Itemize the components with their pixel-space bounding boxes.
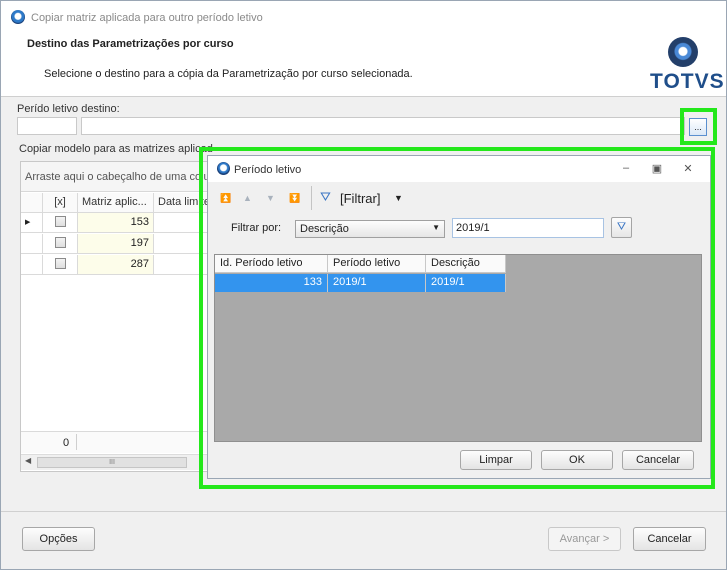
last-record-icon[interactable]: ⏬	[289, 193, 300, 204]
dialog-title-bar: Período letivo – ▣ ✕	[208, 156, 710, 182]
table-cell-matriz[interactable]: 287	[78, 255, 154, 275]
column-header-select[interactable]: [x]	[43, 193, 78, 213]
dialog-cancelar-button[interactable]: Cancelar	[622, 450, 694, 470]
table-cell-descricao[interactable]: 2019/1	[426, 274, 506, 292]
first-record-icon[interactable]: ⏫	[220, 193, 231, 204]
minimize-icon[interactable]: –	[619, 162, 633, 174]
close-icon[interactable]: ✕	[681, 162, 695, 175]
group-panel-hint[interactable]: Arraste aqui o cabeçalho de uma colu	[21, 162, 211, 192]
row-checkbox[interactable]	[43, 255, 78, 275]
apply-filter-icon[interactable]: ⛛	[611, 217, 632, 238]
table-cell-id[interactable]: 133	[215, 274, 328, 292]
row-indicator	[21, 255, 43, 275]
limpar-button[interactable]: Limpar	[460, 450, 532, 470]
table-cell-periodo[interactable]: 2019/1	[328, 274, 426, 292]
totvs-logo-icon	[668, 37, 698, 67]
cancelar-button[interactable]: Cancelar	[633, 527, 706, 551]
dialog-title: Período letivo	[234, 164, 302, 176]
current-row-indicator-icon: ▶	[21, 213, 43, 233]
filter-field-value: Descrição	[300, 223, 349, 235]
previous-record-icon[interactable]: ▲	[243, 193, 252, 203]
grid-summary-row: 0	[21, 431, 211, 453]
copiar-label: Copiar modelo para as matrizes aplicad	[19, 143, 213, 155]
step-title: Destino das Parametrizações por curso	[27, 38, 234, 50]
title-bar: Copiar matriz aplicada para outro períod…	[1, 1, 726, 31]
filter-field-select[interactable]: Descrição ▼	[295, 220, 445, 238]
window-title: Copiar matriz aplicada para outro períod…	[31, 12, 263, 24]
row-checkbox[interactable]	[43, 213, 78, 233]
filter-value-input[interactable]: 2019/1	[452, 218, 604, 238]
periodo-letivo-dialog: Período letivo – ▣ ✕ ⏫ ▲ ▼ ⏬ ⛛ [Filtrar]…	[207, 155, 711, 479]
chevron-down-icon: ▼	[432, 223, 440, 232]
column-header-periodo[interactable]: Período letivo	[328, 255, 426, 273]
step-subtitle: Selecione o destino para a cópia da Para…	[44, 68, 413, 80]
scroll-left-icon[interactable]: ◀	[25, 456, 31, 465]
periodo-grid: Id. Período letivo Período letivo Descri…	[214, 254, 702, 442]
column-header-id[interactable]: Id. Período letivo	[215, 255, 328, 273]
lookup-button[interactable]: ...	[689, 118, 707, 136]
filter-funnel-icon[interactable]: ⛛	[320, 189, 331, 205]
periodo-desc-input[interactable]	[81, 117, 685, 135]
row-checkbox[interactable]	[43, 234, 78, 254]
totvs-logo-text: TOTVS	[650, 70, 725, 93]
wizard-header: Destino das Parametrizações por curso Se…	[1, 31, 726, 97]
filter-by-label: Filtrar por:	[231, 222, 282, 234]
summary-count: 0	[63, 437, 70, 449]
table-cell-matriz[interactable]: 197	[78, 234, 154, 254]
app-icon	[11, 10, 25, 24]
periodo-label: Perído letivo destino:	[17, 103, 120, 115]
dialog-app-icon	[217, 162, 230, 175]
horizontal-scrollbar[interactable]: ◀ III	[21, 454, 211, 470]
row-indicator-header	[21, 193, 43, 213]
column-header-matriz[interactable]: Matriz aplic...	[78, 193, 154, 213]
opcoes-button[interactable]: Opções	[22, 527, 95, 551]
periodo-code-input[interactable]	[17, 117, 77, 135]
scroll-thumb[interactable]: III	[37, 457, 187, 468]
ok-button[interactable]: OK	[541, 450, 613, 470]
next-record-icon[interactable]: ▼	[266, 193, 275, 203]
maximize-icon[interactable]: ▣	[650, 162, 664, 175]
row-indicator	[21, 234, 43, 254]
filter-button[interactable]: [Filtrar]	[340, 191, 380, 206]
column-header-descricao[interactable]: Descrição	[426, 255, 506, 273]
filter-dropdown-icon[interactable]: ▼	[394, 193, 403, 203]
table-cell-matriz[interactable]: 153	[78, 213, 154, 233]
avancar-button[interactable]: Avançar >	[548, 527, 621, 551]
